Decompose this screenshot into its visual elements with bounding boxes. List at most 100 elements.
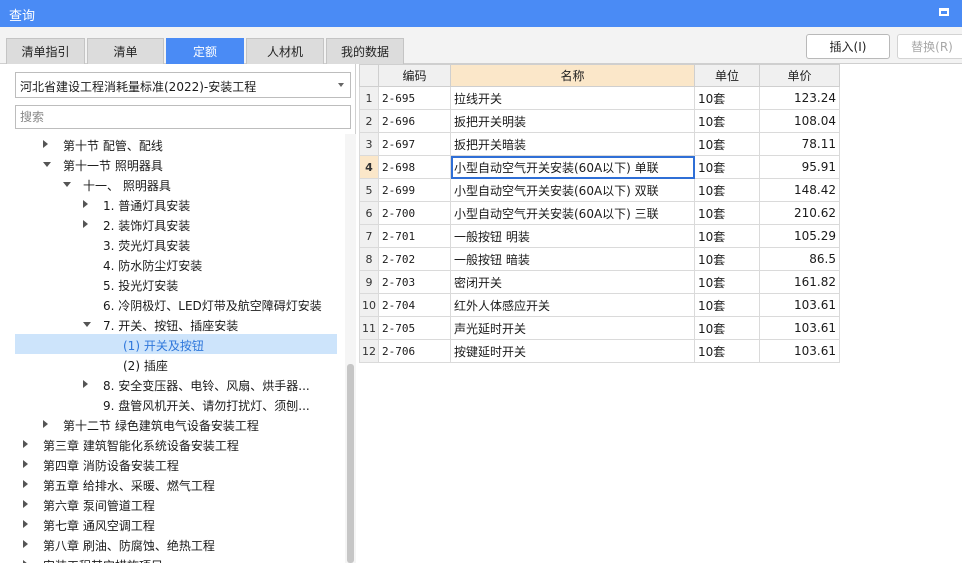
cell-price[interactable]: 108.04 — [759, 109, 840, 133]
cell-name[interactable]: 红外人体感应开关 — [450, 293, 695, 317]
cell-price[interactable]: 123.24 — [759, 86, 840, 110]
table-row[interactable]: 12 2-706 按键延时开关 10套 103.61 — [359, 339, 840, 363]
tab-bill-guide[interactable]: 清单指引 — [6, 38, 85, 64]
tree-node[interactable]: 7. 开关、按钮、插座安装 — [15, 314, 337, 334]
cell-unit[interactable]: 10套 — [694, 178, 760, 202]
cell-price[interactable]: 148.42 — [759, 178, 840, 202]
tree-node[interactable]: 第七章 通风空调工程 — [15, 514, 337, 534]
collapsed-icon[interactable] — [23, 480, 28, 488]
cell-unit[interactable]: 10套 — [694, 201, 760, 225]
cell-price[interactable]: 78.11 — [759, 132, 840, 156]
tree-node[interactable]: 4. 防水防尘灯安装 — [15, 254, 337, 274]
tab-my-data[interactable]: 我的数据 — [326, 38, 404, 64]
cell-price[interactable]: 103.61 — [759, 316, 840, 340]
table-row[interactable]: 3 2-697 扳把开关暗装 10套 78.11 — [359, 132, 840, 156]
cell-name[interactable]: 一般按钮 明装 — [450, 224, 695, 248]
row-number[interactable]: 5 — [359, 178, 379, 202]
table-row[interactable]: 8 2-702 一般按钮 暗装 10套 86.5 — [359, 247, 840, 271]
tab-labor-material[interactable]: 人材机 — [246, 38, 324, 64]
cell-price[interactable]: 103.61 — [759, 339, 840, 363]
tree-node[interactable]: 第三章 建筑智能化系统设备安装工程 — [15, 434, 337, 454]
row-number[interactable]: 3 — [359, 132, 379, 156]
cell-code[interactable]: 2-702 — [378, 247, 451, 271]
cell-name[interactable]: 一般按钮 暗装 — [450, 247, 695, 271]
cell-price[interactable]: 105.29 — [759, 224, 840, 248]
insert-button[interactable]: 插入(I) — [806, 34, 890, 59]
cell-name[interactable]: 按键延时开关 — [450, 339, 695, 363]
column-header-name[interactable]: 名称 — [450, 64, 695, 87]
row-number[interactable]: 11 — [359, 316, 379, 340]
table-row[interactable]: 11 2-705 声光延时开关 10套 103.61 — [359, 316, 840, 340]
table-row[interactable]: 7 2-701 一般按钮 明装 10套 105.29 — [359, 224, 840, 248]
table-row[interactable]: 4 2-698 小型自动空气开关安装(60A以下) 单联 10套 95.91 — [359, 155, 840, 179]
cell-unit[interactable]: 10套 — [694, 155, 760, 179]
tree-node[interactable]: 安装工程其它措施项目 — [15, 554, 337, 563]
tree-node[interactable]: 9. 盘管风机开关、请勿打扰灯、须刨... — [15, 394, 337, 414]
cell-code[interactable]: 2-699 — [378, 178, 451, 202]
expanded-icon[interactable] — [83, 322, 91, 327]
cell-name[interactable]: 小型自动空气开关安装(60A以下) 单联 — [450, 155, 695, 179]
tab-quota[interactable]: 定额 — [166, 38, 244, 64]
tree-node[interactable]: 第八章 刷油、防腐蚀、绝热工程 — [15, 534, 337, 554]
tree-node[interactable]: (2) 插座 — [15, 354, 337, 374]
tree-node[interactable]: 第十节 配管、配线 — [15, 134, 337, 154]
table-row[interactable]: 1 2-695 拉线开关 10套 123.24 — [359, 86, 840, 110]
library-select[interactable]: 河北省建设工程消耗量标准(2022)-安装工程 — [15, 72, 351, 98]
cell-code[interactable]: 2-701 — [378, 224, 451, 248]
cell-code[interactable]: 2-705 — [378, 316, 451, 340]
collapsed-icon[interactable] — [23, 440, 28, 448]
cell-code[interactable]: 2-703 — [378, 270, 451, 294]
tree-node-selected[interactable]: (1) 开关及按钮 — [15, 334, 337, 354]
cell-unit[interactable]: 10套 — [694, 293, 760, 317]
row-number[interactable]: 12 — [359, 339, 379, 363]
tree-node[interactable]: 第十一节 照明器具 — [15, 154, 337, 174]
tree-scrollbar[interactable] — [345, 134, 356, 563]
collapsed-icon[interactable] — [83, 380, 88, 388]
scrollbar-thumb[interactable] — [347, 364, 354, 563]
cell-unit[interactable]: 10套 — [694, 270, 760, 294]
cell-price[interactable]: 210.62 — [759, 201, 840, 225]
cell-code[interactable]: 2-698 — [378, 155, 451, 179]
collapsed-icon[interactable] — [83, 200, 88, 208]
row-number[interactable]: 6 — [359, 201, 379, 225]
tree-node[interactable]: 5. 投光灯安装 — [15, 274, 337, 294]
cell-unit[interactable]: 10套 — [694, 132, 760, 156]
row-number[interactable]: 10 — [359, 293, 379, 317]
cell-name[interactable]: 小型自动空气开关安装(60A以下) 双联 — [450, 178, 695, 202]
table-row[interactable]: 2 2-696 扳把开关明装 10套 108.04 — [359, 109, 840, 133]
collapsed-icon[interactable] — [43, 140, 48, 148]
tree-node[interactable]: 3. 荧光灯具安装 — [15, 234, 337, 254]
column-header-code[interactable]: 编码 — [378, 64, 451, 87]
cell-name[interactable]: 扳把开关暗装 — [450, 132, 695, 156]
replace-button[interactable]: 替换(R) — [897, 34, 962, 59]
cell-unit[interactable]: 10套 — [694, 316, 760, 340]
tree-node[interactable]: 第十二节 绿色建筑电气设备安装工程 — [15, 414, 337, 434]
cell-unit[interactable]: 10套 — [694, 86, 760, 110]
cell-price[interactable]: 86.5 — [759, 247, 840, 271]
cell-code[interactable]: 2-704 — [378, 293, 451, 317]
row-number[interactable]: 4 — [359, 155, 379, 179]
cell-code[interactable]: 2-706 — [378, 339, 451, 363]
cell-name[interactable]: 密闭开关 — [450, 270, 695, 294]
tree-node[interactable]: 第六章 泵间管道工程 — [15, 494, 337, 514]
cell-unit[interactable]: 10套 — [694, 109, 760, 133]
cell-unit[interactable]: 10套 — [694, 247, 760, 271]
cell-price[interactable]: 161.82 — [759, 270, 840, 294]
cell-name[interactable]: 小型自动空气开关安装(60A以下) 三联 — [450, 201, 695, 225]
search-input[interactable] — [15, 105, 351, 129]
table-row[interactable]: 5 2-699 小型自动空气开关安装(60A以下) 双联 10套 148.42 — [359, 178, 840, 202]
tree-node[interactable]: 2. 装饰灯具安装 — [15, 214, 337, 234]
cell-code[interactable]: 2-697 — [378, 132, 451, 156]
tree-node[interactable]: 8. 安全变压器、电铃、风扇、烘手器... — [15, 374, 337, 394]
collapsed-icon[interactable] — [23, 520, 28, 528]
tree-node[interactable]: 6. 冷阴极灯、LED灯带及航空障碍灯安装 — [15, 294, 337, 314]
table-row[interactable]: 6 2-700 小型自动空气开关安装(60A以下) 三联 10套 210.62 — [359, 201, 840, 225]
cell-unit[interactable]: 10套 — [694, 339, 760, 363]
table-row[interactable]: 9 2-703 密闭开关 10套 161.82 — [359, 270, 840, 294]
collapsed-icon[interactable] — [23, 540, 28, 548]
collapsed-icon[interactable] — [83, 220, 88, 228]
collapsed-icon[interactable] — [43, 420, 48, 428]
cell-code[interactable]: 2-696 — [378, 109, 451, 133]
cell-code[interactable]: 2-700 — [378, 201, 451, 225]
maximize-icon[interactable] — [939, 8, 949, 16]
